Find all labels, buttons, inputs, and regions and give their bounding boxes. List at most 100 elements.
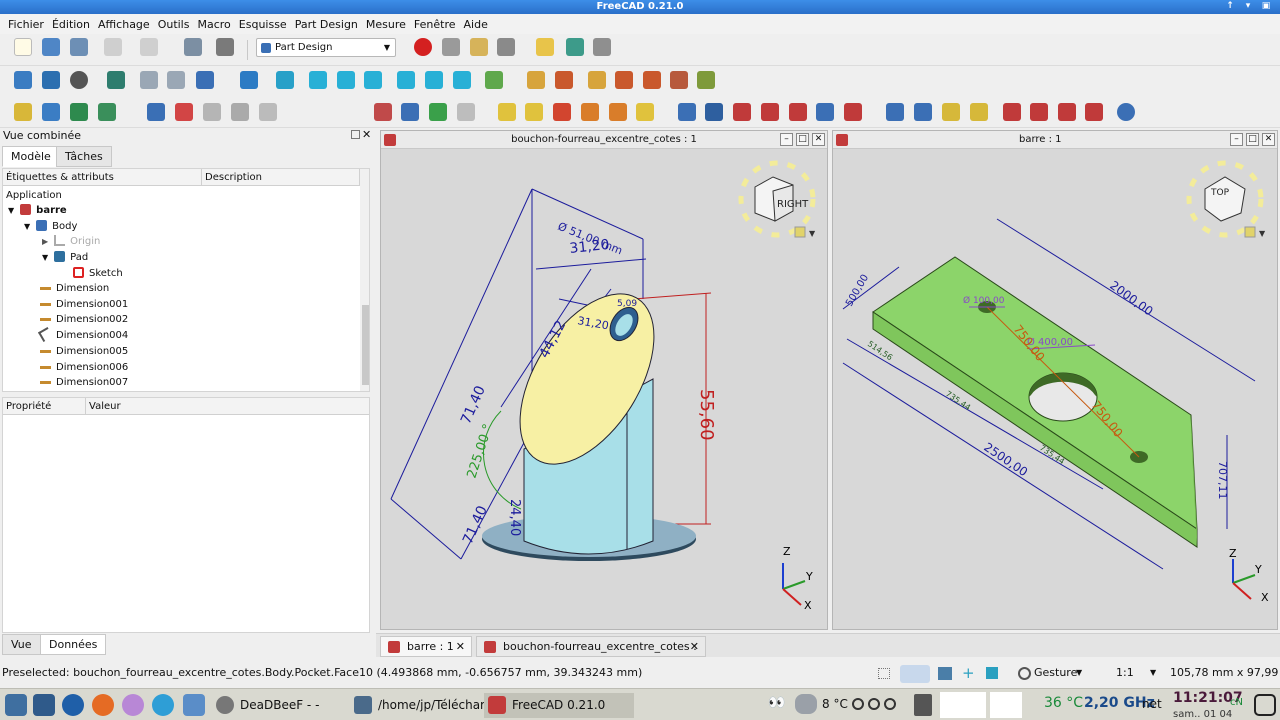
dim-71-40-label[interactable]: 71,40 bbox=[458, 383, 489, 426]
additive-helix-icon[interactable] bbox=[609, 103, 627, 121]
tree-item-dimension001[interactable]: Dimension001 bbox=[40, 297, 128, 312]
grid-snap-icon[interactable] bbox=[878, 668, 890, 679]
rear-view-icon[interactable] bbox=[397, 71, 415, 89]
forward-arrow-icon[interactable] bbox=[167, 71, 185, 89]
datum-line-icon[interactable] bbox=[318, 103, 336, 121]
fillet-icon[interactable] bbox=[1003, 103, 1021, 121]
groove-icon[interactable] bbox=[733, 103, 751, 121]
chat-icon[interactable] bbox=[122, 694, 144, 716]
tree-item-dimension005[interactable]: Dimension005 bbox=[40, 344, 128, 359]
save-document-icon[interactable] bbox=[70, 38, 88, 56]
run-macro-icon[interactable] bbox=[497, 38, 515, 56]
lock-icon[interactable] bbox=[900, 665, 930, 683]
tree-header-description[interactable]: Description bbox=[202, 169, 360, 186]
undo-icon[interactable] bbox=[104, 38, 122, 56]
measure-toggle-icon[interactable] bbox=[643, 71, 661, 89]
dim-55-60-label[interactable]: 55,60 bbox=[696, 389, 717, 441]
workbench-selector[interactable]: Part Design ▼ bbox=[256, 38, 396, 57]
datum-plane-icon[interactable] bbox=[346, 103, 364, 121]
tree-item-dimension007[interactable]: Dimension007 bbox=[40, 375, 128, 390]
refresh-icon[interactable] bbox=[184, 38, 202, 56]
create-part-icon[interactable] bbox=[14, 103, 32, 121]
tree-item-dimension[interactable]: Dimension bbox=[40, 281, 109, 296]
open-document-icon[interactable] bbox=[42, 38, 60, 56]
menu-edition[interactable]: Édition bbox=[48, 18, 94, 31]
redo-icon[interactable] bbox=[140, 38, 158, 56]
app-menu-icon[interactable] bbox=[5, 694, 27, 716]
chevron-down-icon[interactable]: ▼ bbox=[8, 206, 14, 215]
tab-donnees[interactable]: Données bbox=[40, 634, 107, 655]
clipboard-icon[interactable] bbox=[914, 694, 932, 716]
file-manager-icon[interactable] bbox=[183, 694, 205, 716]
close-view-icon[interactable]: ✕ bbox=[812, 133, 825, 146]
boolean-icon[interactable] bbox=[1117, 103, 1135, 121]
subshape-binder-icon[interactable] bbox=[401, 103, 419, 121]
create-group-icon[interactable] bbox=[42, 103, 60, 121]
tree-item-dimension006[interactable]: Dimension006 bbox=[40, 360, 128, 375]
thickness-icon[interactable] bbox=[1085, 103, 1103, 121]
chevron-right-icon[interactable]: ▶ bbox=[42, 237, 48, 246]
selection-view-icon[interactable] bbox=[938, 667, 952, 680]
measure-distance-icon[interactable] bbox=[485, 71, 503, 89]
close-tab-icon[interactable]: ✕ bbox=[456, 637, 465, 656]
tab-modele[interactable]: Modèle bbox=[2, 146, 60, 167]
polar-pattern-icon[interactable] bbox=[942, 103, 960, 121]
tree-item-body[interactable]: ▼ Body bbox=[24, 219, 77, 234]
close-panel-icon[interactable]: ✕ bbox=[362, 128, 371, 141]
clone-icon[interactable] bbox=[259, 103, 277, 121]
fit-selection-icon[interactable] bbox=[42, 71, 60, 89]
chevron-down-icon[interactable]: ▼ bbox=[24, 222, 30, 231]
minimize-window-icon[interactable]: ▾ bbox=[1242, 1, 1254, 12]
additive-loft-icon[interactable] bbox=[553, 103, 571, 121]
edit-macro-icon[interactable] bbox=[470, 38, 488, 56]
additive-pipe-icon[interactable] bbox=[581, 103, 599, 121]
tree-item-sketch[interactable]: Sketch bbox=[73, 266, 123, 281]
measure-clear-icon[interactable] bbox=[615, 71, 633, 89]
browser-icon[interactable] bbox=[152, 694, 174, 716]
close-tab-icon[interactable]: ✕ bbox=[690, 637, 699, 656]
desktop-icon[interactable] bbox=[33, 694, 55, 716]
menu-aide[interactable]: Aide bbox=[460, 18, 492, 31]
task-terminal[interactable]: /home/jp/Téléchar... bbox=[350, 693, 495, 718]
firefox-icon[interactable] bbox=[92, 694, 114, 716]
subtractive-pipe-icon[interactable] bbox=[789, 103, 807, 121]
grid-icon[interactable] bbox=[593, 38, 611, 56]
new-document-icon[interactable] bbox=[14, 38, 32, 56]
navigation-cube[interactable]: TOP ▼ bbox=[1186, 160, 1266, 238]
dim-24-40-label[interactable]: 24,40 bbox=[507, 499, 522, 536]
addon-manager-icon[interactable] bbox=[536, 38, 554, 56]
logout-icon[interactable] bbox=[1254, 694, 1276, 716]
bottom-view-icon[interactable] bbox=[425, 71, 443, 89]
dim-angle-label[interactable]: 225,00 ° bbox=[465, 422, 497, 480]
top-view-icon[interactable] bbox=[337, 71, 355, 89]
minimize-view-icon[interactable]: – bbox=[1230, 133, 1243, 146]
front-view-icon[interactable] bbox=[309, 71, 327, 89]
viewport-barre[interactable]: barre : 1 – □ ✕ TOP ▼ 500,00 Ø 100,00 Ø … bbox=[832, 130, 1278, 630]
sub-object-icon[interactable] bbox=[429, 103, 447, 121]
barre-3d-scene[interactable]: TOP ▼ 500,00 Ø 100,00 Ø 400,00 2000,00 7… bbox=[833, 149, 1278, 629]
minimize-view-icon[interactable]: – bbox=[780, 133, 793, 146]
link-actions-icon[interactable] bbox=[98, 103, 116, 121]
tree-item-dimension004[interactable]: Dimension004 bbox=[37, 326, 128, 343]
subtractive-helix-icon[interactable] bbox=[816, 103, 834, 121]
chevron-down-icon[interactable]: ▼ bbox=[1150, 658, 1156, 688]
measure-3d-icon[interactable] bbox=[670, 71, 688, 89]
subtractive-primitive-icon[interactable] bbox=[844, 103, 862, 121]
shape-binder-icon[interactable] bbox=[231, 103, 249, 121]
dim-31-20-label[interactable]: 31,20 bbox=[569, 237, 611, 257]
maximize-view-icon[interactable]: □ bbox=[796, 133, 809, 146]
dim-d100-label[interactable]: Ø 100,00 bbox=[963, 295, 1005, 306]
shade-window-icon[interactable]: ↑ bbox=[1224, 1, 1236, 12]
thunderbird-icon[interactable] bbox=[62, 694, 84, 716]
python-console-icon[interactable] bbox=[566, 38, 584, 56]
tree-item-dimension002[interactable]: Dimension002 bbox=[40, 312, 128, 327]
pad-tool-icon[interactable] bbox=[498, 103, 516, 121]
tree-item-barre[interactable]: ▼ barre bbox=[8, 203, 67, 218]
right-view-icon[interactable] bbox=[364, 71, 382, 89]
pocket-icon[interactable] bbox=[678, 103, 696, 121]
back-arrow-icon[interactable] bbox=[140, 71, 158, 89]
measure-refresh-icon[interactable] bbox=[588, 71, 606, 89]
tree-item-origin[interactable]: ▶ Origin bbox=[42, 234, 100, 249]
plus-icon[interactable]: + bbox=[962, 658, 975, 688]
media-stop-icon[interactable] bbox=[884, 698, 896, 710]
